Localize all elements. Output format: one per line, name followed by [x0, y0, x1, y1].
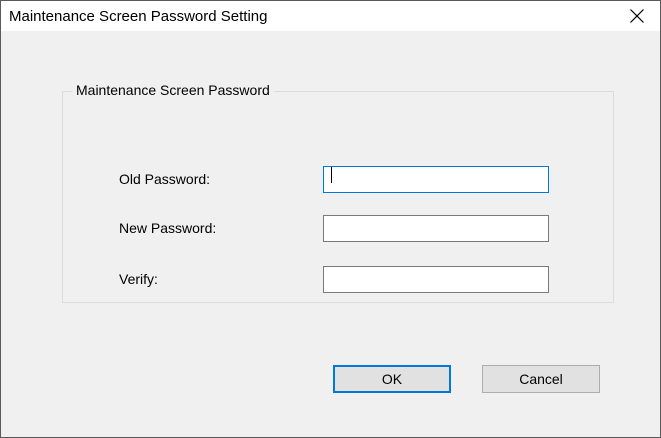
groupbox-title: Maintenance Screen Password: [72, 82, 274, 98]
old-password-field[interactable]: [323, 166, 549, 193]
close-button[interactable]: [614, 1, 660, 31]
dialog-window: Maintenance Screen Password Setting Main…: [0, 0, 661, 438]
old-password-label: Old Password:: [119, 171, 211, 187]
password-groupbox: Maintenance Screen Password Old Password…: [62, 82, 614, 303]
new-password-field[interactable]: [323, 215, 549, 242]
verify-password-field[interactable]: [323, 266, 549, 293]
verify-label: Verify:: [119, 271, 158, 287]
window-title: Maintenance Screen Password Setting: [9, 8, 268, 25]
ok-button[interactable]: OK: [333, 365, 451, 393]
close-icon: [630, 9, 644, 23]
text-caret: [331, 167, 332, 183]
title-bar[interactable]: Maintenance Screen Password Setting: [1, 1, 660, 31]
cancel-button[interactable]: Cancel: [482, 365, 600, 393]
dialog-body: Maintenance Screen Password Old Password…: [1, 31, 660, 437]
new-password-label: New Password:: [119, 220, 217, 236]
